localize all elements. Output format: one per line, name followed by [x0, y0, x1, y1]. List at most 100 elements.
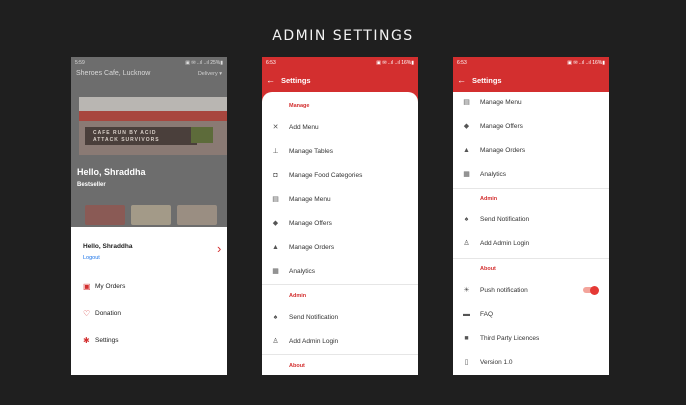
logout-link[interactable]: Logout	[83, 255, 100, 261]
settings-row-analytics[interactable]: ▦ Analytics	[453, 162, 609, 186]
table-icon: ⊥	[272, 148, 279, 155]
bell-icon: ♠	[464, 215, 469, 223]
settings-row-manage-menu[interactable]: ▤ Manage Menu	[453, 90, 609, 114]
tag-icon: ◆	[272, 220, 279, 227]
chevron-right-icon[interactable]: ›	[217, 241, 221, 256]
receipt-icon: ▣	[83, 282, 91, 291]
home-greeting: Hello, Shraddha	[77, 167, 146, 177]
banner-text-1: CAFE RUN BY ACID	[93, 130, 157, 136]
add-user-icon: ♙	[463, 240, 470, 247]
status-time: 5:59	[75, 59, 85, 66]
licence-icon: ■	[464, 334, 469, 342]
row-label: Version 1.0	[480, 358, 513, 366]
menu-book-icon: ▤	[463, 99, 470, 106]
row-label: Analytics	[480, 170, 507, 178]
menu-item-label: Settings	[95, 337, 119, 344]
status-icons: ▣ ✉ ..ıl ..ıl 16%▮	[567, 59, 605, 66]
settings-row-manage-offers[interactable]: ◆ Manage Offers	[453, 114, 609, 138]
back-arrow-icon[interactable]: ←	[457, 75, 466, 85]
row-label: FAQ	[480, 310, 494, 318]
status-icons: ▣ ✉ ..ıl ..ıl 25%▮	[185, 59, 223, 66]
status-time: 6:53	[457, 59, 467, 66]
cafe-title: Sheroes Cafe, Lucknow	[76, 70, 151, 77]
section-manage: Manage	[289, 103, 310, 109]
bestseller-item[interactable]	[177, 205, 217, 225]
banner-roof	[79, 111, 227, 121]
presentation-canvas: ADMIN SETTINGS 5:59 ▣ ✉ ..ıl ..ıl 25%▮ S…	[0, 0, 686, 405]
bestseller-heading: Bestseller	[77, 182, 106, 188]
faq-icon: ▬	[463, 310, 470, 318]
app-bar: ← Settings	[453, 68, 609, 92]
settings-row-analytics[interactable]: ▦ Analytics	[262, 259, 418, 283]
delivery-dropdown[interactable]: Delivery ▾	[198, 71, 222, 77]
settings-row-push-notification[interactable]: ☀ Push notification	[453, 278, 609, 302]
sheet-greeting: Hello, Shraddha	[83, 243, 133, 250]
settings-row-manage-food-categories[interactable]: ◘ Manage Food Categories	[262, 163, 418, 187]
settings-list: Manage ✕ Add Menu ⊥ Manage Tables ◘ Mana…	[262, 92, 418, 375]
section-admin: Admin	[480, 196, 498, 202]
bestseller-item[interactable]	[131, 205, 171, 225]
divider	[262, 284, 418, 285]
settings-row-third-party-licences[interactable]: ■ Third Party Licences	[453, 326, 609, 350]
section-about: About	[289, 363, 305, 369]
menu-item-settings[interactable]: ✱ Settings	[83, 336, 119, 345]
menu-book-icon: ▤	[272, 196, 279, 203]
row-label: Manage Offers	[480, 122, 523, 130]
menu-item-donation[interactable]: ♡ Donation	[83, 309, 121, 318]
dish-icon: ▲	[272, 243, 279, 251]
phone-home-screen: 5:59 ▣ ✉ ..ıl ..ıl 25%▮ Sheroes Cafe, Lu…	[71, 57, 227, 375]
chevron-down-icon: ▾	[219, 70, 222, 77]
status-bar: 5:59 ▣ ✉ ..ıl ..ıl 25%▮	[71, 57, 227, 68]
banner-sign: CAFE RUN BY ACID ATTACK SURVIVORS	[85, 127, 197, 145]
page-title: ADMIN SETTINGS	[272, 28, 414, 44]
settings-list: ▤ Manage Menu ◆ Manage Offers ▲ Manage O…	[453, 92, 609, 375]
status-time: 6:53	[266, 59, 276, 66]
status-bar: 6:53 ▣ ✉ ..ıl ..ıl 16%▮	[453, 57, 609, 68]
home-background: 5:59 ▣ ✉ ..ıl ..ıl 25%▮ Sheroes Cafe, Lu…	[71, 57, 227, 227]
row-label: Manage Orders	[480, 146, 526, 154]
settings-row-add-admin-login[interactable]: ♙ Add Admin Login	[453, 231, 609, 255]
settings-row-send-notification[interactable]: ♠ Send Notification	[453, 207, 609, 231]
settings-row-add-admin-login[interactable]: ♙ Add Admin Login	[262, 329, 418, 353]
gear-icon: ✱	[83, 336, 90, 345]
settings-row-manage-menu[interactable]: ▤ Manage Menu	[262, 187, 418, 211]
section-about: About	[480, 266, 496, 272]
row-label: Manage Orders	[289, 243, 335, 251]
row-label: Third Party Licences	[480, 334, 540, 342]
settings-row-manage-offers[interactable]: ◆ Manage Offers	[262, 211, 418, 235]
add-user-icon: ♙	[272, 338, 279, 345]
settings-row-add-menu[interactable]: ✕ Add Menu	[262, 115, 418, 139]
settings-row-manage-orders[interactable]: ▲ Manage Orders	[262, 235, 418, 259]
row-label: Analytics	[289, 267, 316, 275]
menu-item-my-orders[interactable]: ▣ My Orders	[83, 282, 125, 291]
delivery-label: Delivery	[197, 70, 218, 77]
bug-icon: ☀	[463, 287, 470, 294]
menu-item-label: Donation	[95, 310, 122, 317]
phone-settings-screen-scrolled: 6:53 ▣ ✉ ..ıl ..ıl 16%▮ ← Settings ▤ Man…	[453, 57, 609, 375]
row-label: Manage Offers	[289, 219, 332, 227]
row-label: Manage Menu	[289, 195, 331, 203]
row-label: Push notification	[480, 286, 528, 294]
status-bar: 6:53 ▣ ✉ ..ıl ..ıl 16%▮	[262, 57, 418, 68]
phone-settings-screen-top: 6:53 ▣ ✉ ..ıl ..ıl 16%▮ ← Settings Manag…	[262, 57, 418, 375]
row-label: Manage Food Categories	[289, 171, 363, 179]
settings-row-version[interactable]: ▯ Version 1.0	[453, 350, 609, 374]
push-notification-toggle[interactable]	[583, 285, 599, 295]
cafe-banner-image: CAFE RUN BY ACID ATTACK SURVIVORS	[79, 97, 227, 155]
bestseller-item[interactable]	[85, 205, 125, 225]
home-header: Sheroes Cafe, Lucknow Delivery ▾	[71, 68, 227, 79]
section-admin: Admin	[289, 293, 307, 299]
settings-row-manage-orders[interactable]: ▲ Manage Orders	[453, 138, 609, 162]
row-label: Manage Tables	[289, 147, 333, 155]
app-bar: ← Settings	[262, 68, 418, 92]
category-icon: ◘	[273, 171, 278, 179]
bell-icon: ♠	[273, 313, 278, 321]
settings-row-manage-tables[interactable]: ⊥ Manage Tables	[262, 139, 418, 163]
row-label: Add Admin Login	[480, 239, 530, 247]
settings-row-faq[interactable]: ▬ FAQ	[453, 302, 609, 326]
back-arrow-icon[interactable]: ←	[266, 75, 275, 85]
app-bar-title: Settings	[472, 75, 502, 85]
app-bar-title: Settings	[281, 75, 311, 85]
row-label: Send Notification	[480, 215, 530, 223]
settings-row-send-notification[interactable]: ♠ Send Notification	[262, 305, 418, 329]
